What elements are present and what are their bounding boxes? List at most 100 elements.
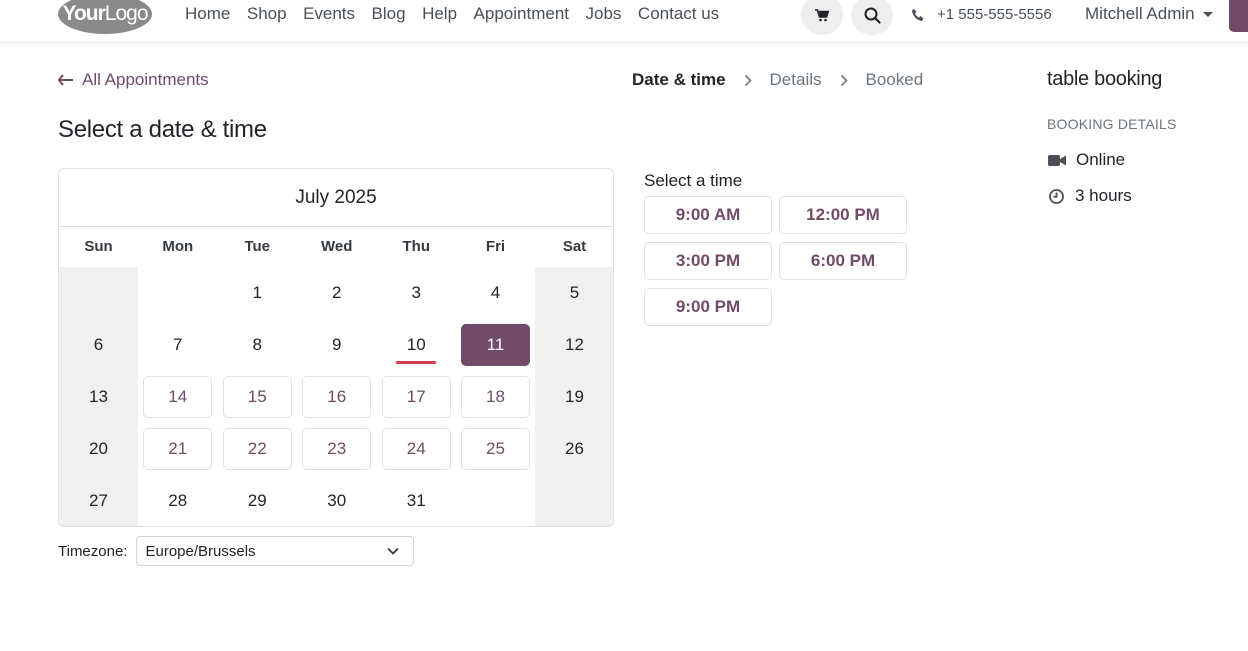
nav-events[interactable]: Events xyxy=(303,4,355,24)
phone-icon xyxy=(912,8,924,21)
day-number: 27 xyxy=(89,491,108,510)
nav-blog[interactable]: Blog xyxy=(372,4,406,24)
calendar-day[interactable]: 17 xyxy=(377,371,457,423)
calendar: July 2025 Sun Mon Tue Wed Thu Fri Sat 12345678… xyxy=(58,168,614,527)
calendar-day: 7 xyxy=(138,319,218,371)
weekday-label: Thu xyxy=(402,238,431,255)
available-day-button[interactable]: 17 xyxy=(381,376,451,418)
user-menu[interactable]: Mitchell Admin xyxy=(1085,4,1213,24)
available-day-button[interactable]: 18 xyxy=(461,376,530,418)
day-number: 20 xyxy=(89,439,108,458)
day-number: 3 xyxy=(411,283,421,302)
chevron-down-icon xyxy=(1202,11,1213,17)
available-day-button[interactable]: 25 xyxy=(461,428,530,470)
available-day-button[interactable]: 23 xyxy=(302,428,372,470)
time-slot[interactable]: 12:00 PM xyxy=(779,196,907,234)
time-slot[interactable]: 6:00 PM xyxy=(779,242,907,280)
back-link[interactable]: All Appointments xyxy=(58,70,209,90)
nav-contact-us[interactable]: Contact us xyxy=(638,4,719,24)
nav-jobs[interactable]: Jobs xyxy=(586,4,622,24)
phone-link[interactable]: +1 555-555-5556 xyxy=(911,6,1052,23)
duration-value: 3 hours xyxy=(1075,186,1132,205)
calendar-day[interactable]: 11 xyxy=(456,319,535,371)
available-day-button[interactable]: 24 xyxy=(381,428,451,470)
nav-appointment[interactable]: Appointment xyxy=(474,4,569,24)
appointment-title: table booking xyxy=(1047,68,1163,90)
weekday-label: Tue xyxy=(244,238,271,255)
calendar-day[interactable]: 24 xyxy=(377,423,457,475)
calendar-day: 29 xyxy=(218,475,298,526)
video-camera-icon xyxy=(1048,154,1066,166)
duration-row: 3 hours xyxy=(1048,186,1132,206)
calendar-day: 9 xyxy=(297,319,377,371)
calendar-month: July 2025 xyxy=(59,169,613,227)
day-number: 1 xyxy=(252,283,262,302)
day-number: 5 xyxy=(569,283,580,302)
timezone-label: Timezone: xyxy=(58,542,128,560)
nav-home[interactable]: Home xyxy=(185,4,230,24)
calendar-day: 12 xyxy=(535,319,613,371)
calendar-day[interactable]: 15 xyxy=(218,371,298,423)
time-slot[interactable]: 3:00 PM xyxy=(644,242,772,280)
chevron-right-icon xyxy=(744,74,752,87)
calendar-day[interactable]: 16 xyxy=(297,371,377,423)
weekday-header: Sun Mon Tue Wed Thu Fri Sat xyxy=(59,227,613,267)
calendar-day: 30 xyxy=(297,475,377,526)
calendar-day[interactable]: 22 xyxy=(218,423,298,475)
timezone-select[interactable]: Europe/Brussels xyxy=(136,536,415,566)
location-value: Online xyxy=(1076,150,1126,169)
day-number: 8 xyxy=(252,335,262,354)
nav-help[interactable]: Help xyxy=(422,4,457,24)
day-number: 6 xyxy=(93,335,104,354)
header-action-button[interactable] xyxy=(1229,0,1248,32)
calendar-day[interactable]: 14 xyxy=(138,371,218,423)
calendar-day[interactable]: 25 xyxy=(456,423,535,475)
site-logo[interactable]: YourLogo xyxy=(58,0,152,34)
day-number: 9 xyxy=(332,335,342,354)
calendar-day: 27 xyxy=(59,475,138,526)
arrow-left-icon xyxy=(58,74,73,86)
step-date-time: Date & time xyxy=(632,70,726,89)
calendar-day: 5 xyxy=(535,267,613,319)
calendar-day[interactable]: 21 xyxy=(138,423,218,475)
user-name: Mitchell Admin xyxy=(1085,4,1195,23)
nav-shop[interactable]: Shop xyxy=(247,4,287,24)
time-slot[interactable]: 9:00 PM xyxy=(644,288,772,326)
time-label: Select a time xyxy=(644,171,743,190)
calendar-day[interactable]: 23 xyxy=(297,423,377,475)
step-details: Details xyxy=(769,70,822,89)
cart-button[interactable] xyxy=(801,0,843,35)
search-button[interactable] xyxy=(851,0,893,35)
selected-day-button[interactable]: 11 xyxy=(461,324,530,366)
day-number: 12 xyxy=(565,335,584,354)
day-number: 13 xyxy=(89,387,108,406)
calendar-day: 19 xyxy=(535,371,613,423)
calendar-empty-day xyxy=(138,267,218,319)
weekday-label: Sun xyxy=(84,238,113,255)
day-number: 7 xyxy=(173,335,183,354)
calendar-day: 2 xyxy=(297,267,377,319)
clock-icon xyxy=(1049,188,1064,204)
day-number: 4 xyxy=(490,283,501,302)
calendar-day: 10 xyxy=(377,319,457,371)
day-number: 2 xyxy=(332,283,342,302)
available-day-button[interactable]: 14 xyxy=(143,376,213,418)
today-indicator xyxy=(396,361,437,364)
calendar-day: 1 xyxy=(218,267,298,319)
calendar-day[interactable]: 18 xyxy=(456,371,535,423)
calendar-empty-day xyxy=(535,475,613,526)
available-day-button[interactable]: 22 xyxy=(222,428,292,470)
calendar-day: 20 xyxy=(59,423,138,475)
calendar-day: 4 xyxy=(456,267,535,319)
calendar-day: 6 xyxy=(59,319,138,371)
weekday-label: Wed xyxy=(321,238,353,255)
available-day-button[interactable]: 15 xyxy=(222,376,292,418)
time-slot[interactable]: 9:00 AM xyxy=(644,196,772,234)
booking-details-heading: BOOKING DETAILS xyxy=(1047,116,1177,132)
available-day-button[interactable]: 16 xyxy=(302,376,372,418)
available-day-button[interactable]: 21 xyxy=(143,428,213,470)
chevron-down-icon xyxy=(387,547,400,555)
main-nav: Home Shop Events Blog Help Appointment J… xyxy=(185,4,736,24)
day-number: 10 xyxy=(406,335,426,354)
weekday-label: Fri xyxy=(485,238,506,255)
